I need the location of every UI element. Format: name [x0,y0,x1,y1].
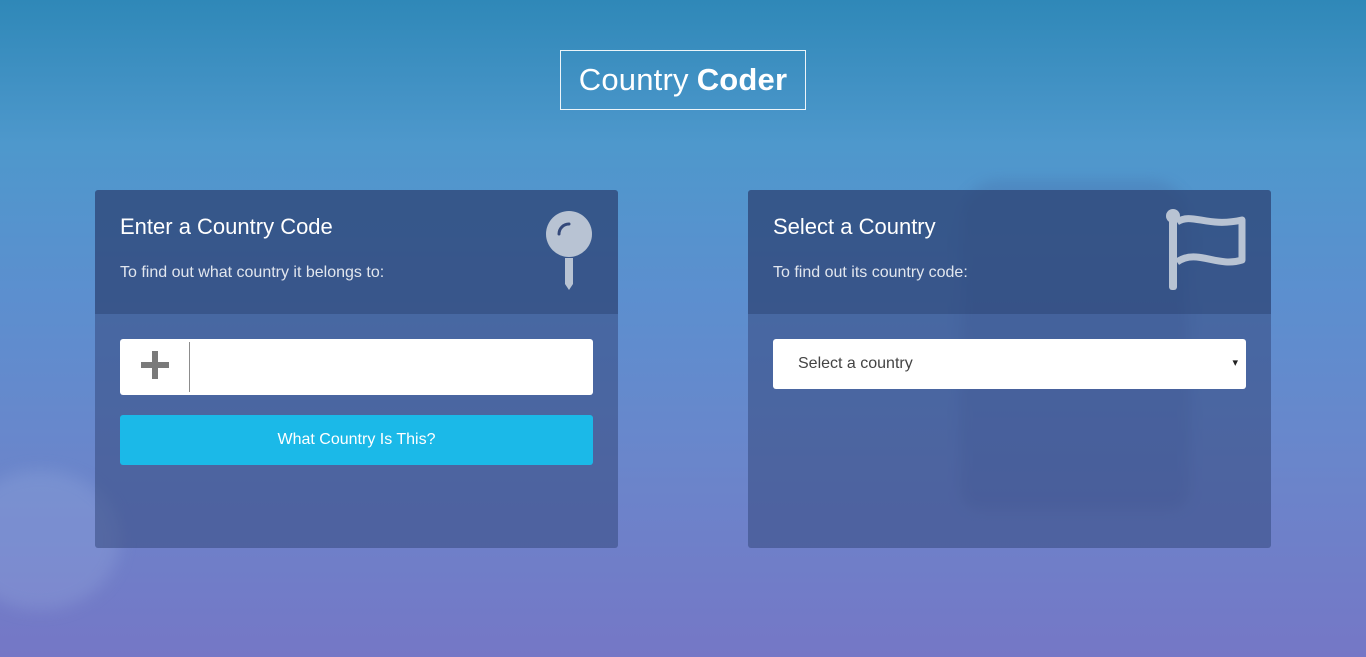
country-select[interactable]: Select a country ▾ [773,339,1246,389]
country-code-input[interactable] [190,339,593,395]
card-header: Select a Country To find out its country… [748,190,1271,314]
card-subtitle: To find out its country code: [773,264,968,281]
map-pin-icon [545,210,593,297]
app-title-bold: Coder [696,62,788,97]
app-title: Country Coder [560,50,806,110]
plus-prefix [120,342,190,392]
country-code-field [120,339,593,395]
card-subtitle: To find out what country it belongs to: [120,264,385,281]
what-country-button[interactable]: What Country Is This? [120,415,593,465]
card-title: Enter a Country Code [120,214,333,239]
card-header: Enter a Country Code To find out what co… [95,190,618,314]
select-country-card: Select a Country To find out its country… [748,190,1271,548]
app-title-light: Country [578,62,689,97]
plus-icon [140,350,170,385]
country-code-card: Enter a Country Code To find out what co… [95,190,618,548]
country-select-value: Select a country [798,355,913,372]
card-title: Select a Country [773,214,936,239]
chevron-down-icon: ▾ [1232,357,1238,369]
flag-icon [1162,208,1248,297]
